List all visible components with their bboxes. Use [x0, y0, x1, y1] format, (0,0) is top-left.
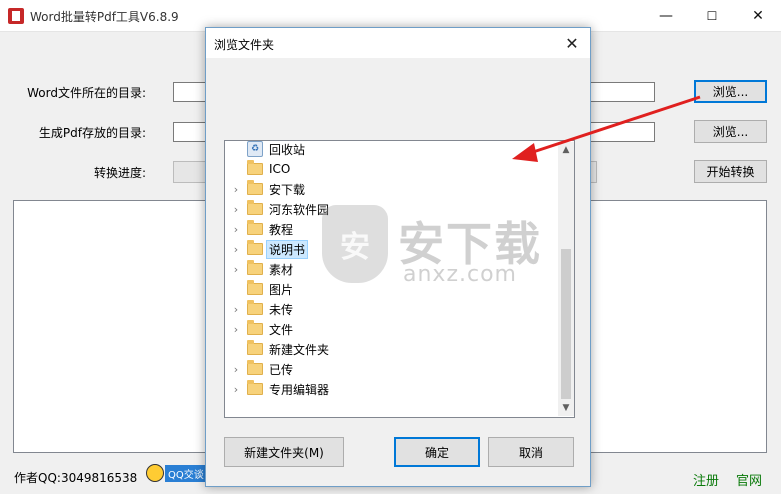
watermark-url: anxz.com [403, 262, 517, 287]
arrow-head [512, 143, 538, 162]
red-arrow-annotation [512, 95, 701, 162]
arrow-shaft [526, 95, 701, 156]
watermark-shield-icon: 安 [322, 205, 388, 283]
